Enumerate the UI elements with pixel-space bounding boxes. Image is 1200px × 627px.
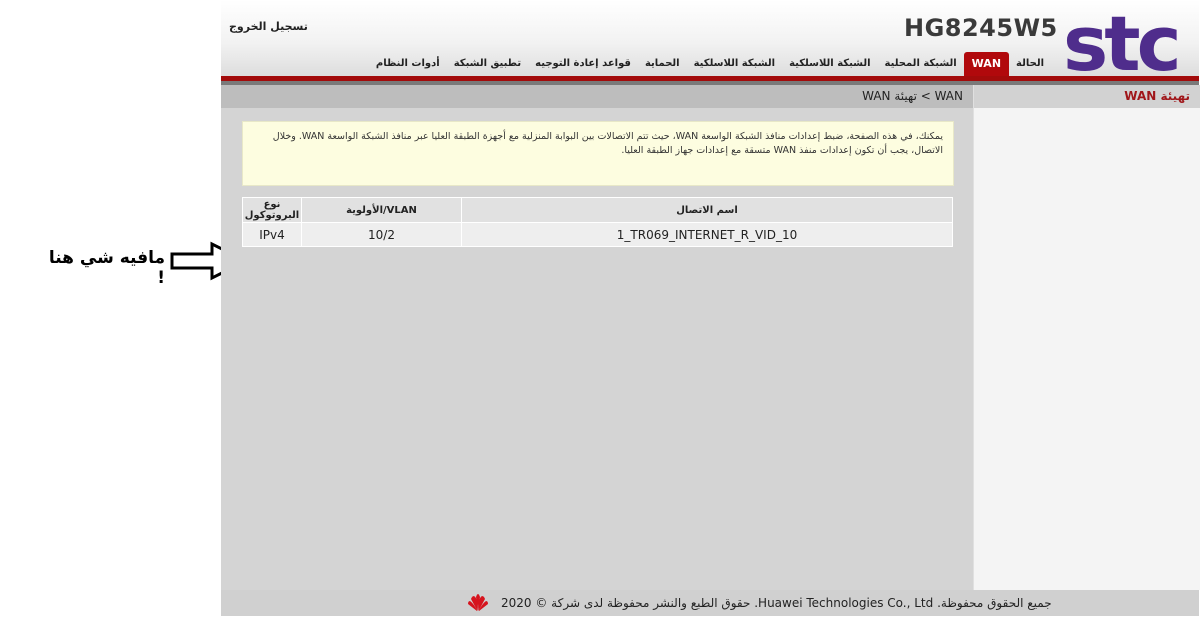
col-connection: اسم الاتصال [461,197,953,223]
info-box: يمكنك، في هذه الصفحة، ضبط إعدادات منافذ … [242,121,954,186]
nav-status[interactable]: الحالة [1009,52,1051,76]
nav-wan[interactable]: WAN [963,52,1010,76]
nav-system-tools[interactable]: أدوات النظام [369,52,447,76]
content-area: WAN > تهيئة WAN يمكنك، في هذه الصفحة، ضب… [221,85,973,590]
breadcrumb: WAN > تهيئة WAN [221,85,973,108]
stc-logo: stc [1063,8,1182,76]
sidebar: تهيئة WAN [973,85,1200,590]
model-name: HG8245W5 [904,14,1058,42]
footer: جميع الحقوق محفوظة. Huawei Technologies … [221,590,1199,616]
main-nav: الحالة WAN الشبكة المحلية الشبكة اللاسلك… [369,52,1051,76]
cell-protocol: IPv4 [242,222,302,247]
sidebar-item-wan-config[interactable]: تهيئة WAN [974,85,1200,108]
col-vlan: VLAN/الأولوية [301,197,462,223]
nav-security[interactable]: الحماية [638,52,687,76]
copyright-text: جميع الحقوق محفوظة. Huawei Technologies … [501,596,1052,610]
logout-link[interactable]: تسجيل الخروج [229,20,308,33]
wan-table: نوع البروتوكول VLAN/الأولوية اسم الاتصال… [242,197,953,247]
nav-wlan[interactable]: الشبكة اللاسلكية [782,52,877,76]
header: تسجيل الخروج HG8245W5 stc الحالة WAN الش… [221,0,1199,78]
col-protocol: نوع البروتوكول [242,197,302,223]
nav-network-app[interactable]: تطبيق الشبكة [447,52,528,76]
nav-lan[interactable]: الشبكة المحلية [878,52,964,76]
table-row[interactable]: IPv4 10/2 1_TR069_INTERNET_R_VID_10 [242,222,953,247]
cell-vlan: 10/2 [301,222,462,247]
svg-text:stc: stc [1063,8,1178,76]
nav-wlan-2[interactable]: الشبكة اللاسلكية [687,52,782,76]
cell-connection[interactable]: 1_TR069_INTERNET_R_VID_10 [461,222,953,247]
annotation-text: مافيه شي هنا ! [48,248,165,288]
router-app: تسجيل الخروج HG8245W5 stc الحالة WAN الش… [221,0,1200,627]
huawei-logo-icon [468,594,488,611]
nav-forwarding[interactable]: قواعد إعادة التوجيه [528,52,638,76]
